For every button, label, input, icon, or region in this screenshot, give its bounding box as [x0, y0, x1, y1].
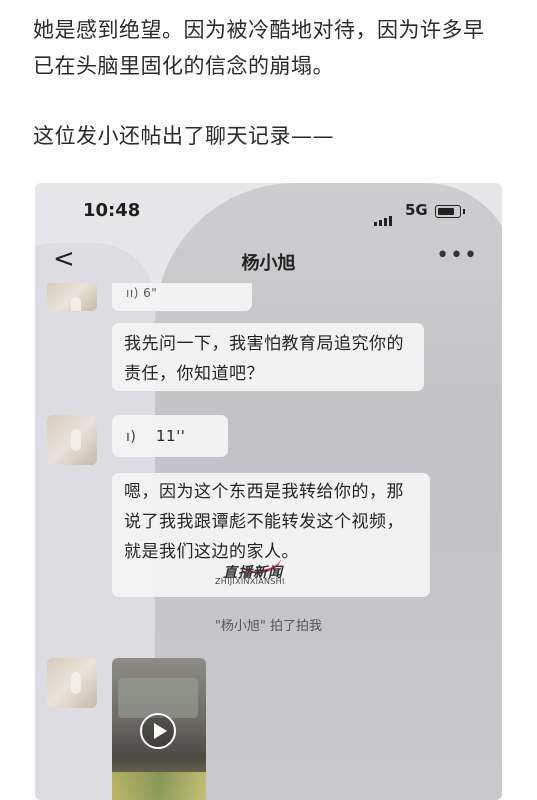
article-paragraph: 这位发小还帖出了聊天记录—— [33, 124, 334, 148]
voice-duration: 11'' [156, 427, 186, 445]
voice-message[interactable]: ı) 11'' [112, 415, 228, 457]
network-label: 5G [405, 201, 428, 219]
battery-tip [463, 209, 465, 214]
voice-message[interactable]: ıı) 6" [112, 283, 252, 311]
status-bar: 10:48 5G [35, 183, 502, 233]
battery-icon [435, 205, 461, 218]
text-message[interactable]: 我先问一下，我害怕教育局追究你的责任，你知道吧？ [112, 323, 424, 391]
signal-icon [374, 207, 394, 226]
watermark: 直播新闻 ZHIJIXINXIANSHI [213, 546, 323, 588]
system-notice: "杨小旭" 拍了拍我 [214, 619, 323, 634]
chat-screenshot: 10:48 5G < 杨小旭 ••• ıı) 6" 我先问一下，我害怕教育局追究… [35, 183, 502, 800]
chat-nav-bar: < 杨小旭 ••• [35, 241, 502, 285]
watermark-en: ZHIJIXINXIANSHI [215, 577, 285, 586]
chat-title: 杨小旭 [241, 253, 296, 274]
play-icon[interactable] [140, 713, 176, 749]
article-paragraph: 她是感到绝望。因为被冷酷地对待，因为许多早已在头脑里固化的信念的崩塌。 [33, 18, 485, 78]
avatar[interactable] [47, 658, 97, 708]
status-time: 10:48 [83, 200, 141, 221]
avatar[interactable] [47, 283, 97, 311]
video-message[interactable] [112, 658, 206, 800]
voice-message-label: ıı) 6" [126, 286, 158, 300]
avatar[interactable] [47, 415, 97, 465]
more-icon[interactable]: ••• [436, 243, 478, 268]
voice-icon: ı) [126, 429, 137, 445]
